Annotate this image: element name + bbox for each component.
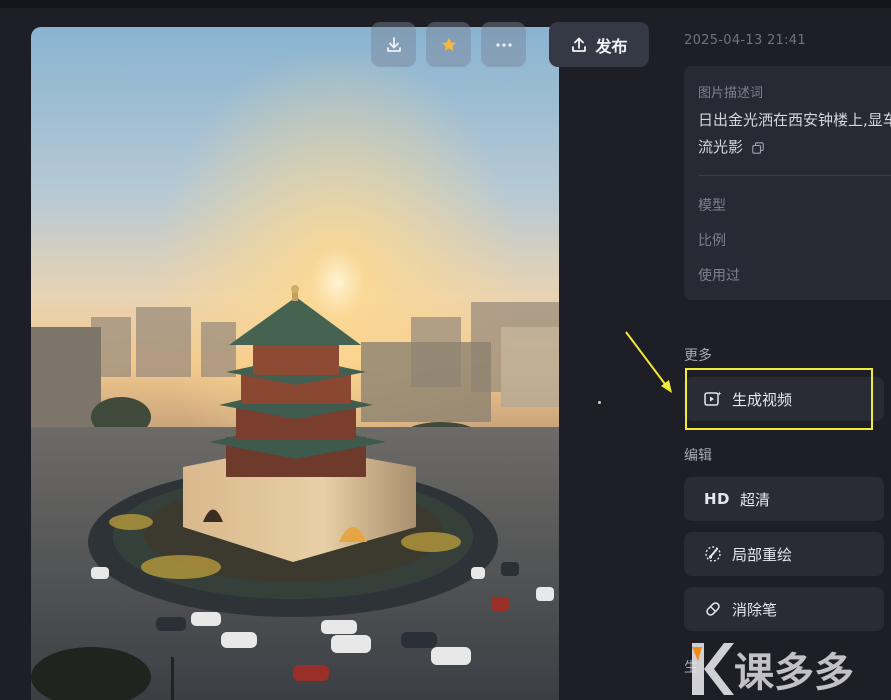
ratio-label: 比例 [698,233,726,249]
more-button[interactable] [481,22,526,67]
download-button[interactable] [371,22,416,67]
edit-section-title: 编辑 [684,448,712,464]
used-label: 使用过 [698,268,740,284]
timestamp: 2025-04-13 21:41 [684,33,806,48]
generate-video-button[interactable]: 生成视频 [684,377,884,421]
watermark-text: 课多多 [734,650,854,696]
prompt-text: 日出金光洒在西安钟楼上,显车流光影 [698,107,891,161]
upscale-label: 超清 [740,490,771,509]
brush-icon [705,546,721,562]
eraser-label: 消除笔 [732,600,778,619]
hd-icon: HD [704,490,731,508]
upload-icon [572,37,587,52]
video-generate-icon [704,391,722,406]
bell-tower-photo [31,27,559,700]
upscale-button[interactable]: HD 超清 [684,477,884,521]
more-section-title: 更多 [684,348,712,364]
desc-label: 图片描述词 [698,86,764,101]
copy-icon[interactable] [752,141,764,154]
model-label: 模型 [698,198,726,214]
star-icon [441,37,456,51]
eraser-button[interactable]: 消除笔 [684,587,884,631]
card-divider [698,175,891,176]
top-bar [0,0,891,8]
inpaint-label: 局部重绘 [732,545,793,564]
more-icon [495,42,512,47]
eraser-icon [706,602,720,616]
info-card: 图片描述词 日出金光洒在西安钟楼上,显车流光影 模型 比例 使用过 [684,66,891,300]
inpaint-button[interactable]: 局部重绘 [684,532,884,576]
annotation-arrow [625,331,672,393]
favorite-button[interactable] [426,22,471,67]
generated-image[interactable] [31,27,559,700]
watermark-logo [692,643,734,695]
publish-label: 发布 [595,36,628,56]
prompt-value: 日出金光洒在西安钟楼上,显车流光影 [698,111,891,156]
download-icon [386,36,401,52]
publish-button[interactable]: 发布 [549,22,649,67]
watermark: 课多多 [690,638,891,700]
cursor-dot [598,401,601,404]
generate-video-label: 生成视频 [732,390,793,409]
